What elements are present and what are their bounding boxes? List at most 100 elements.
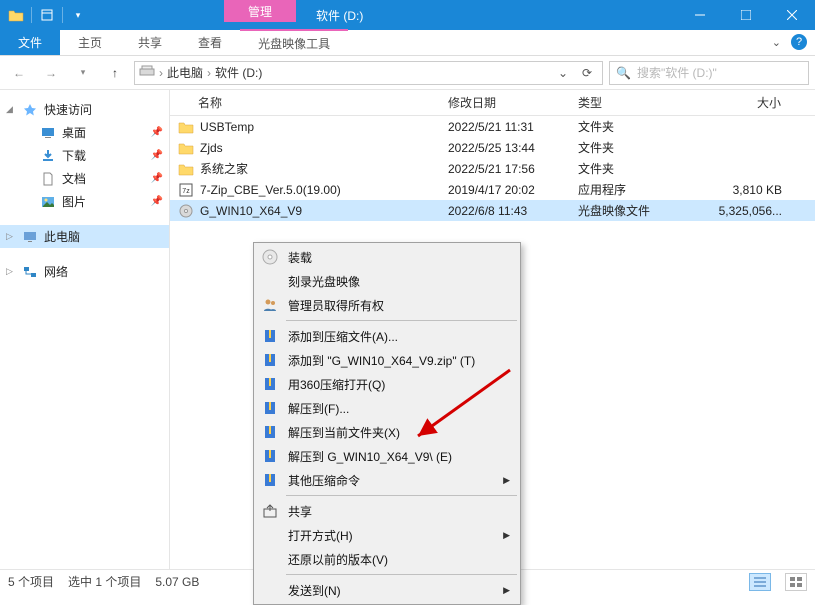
chevron-right-icon[interactable]: ▷ <box>6 231 16 242</box>
chevron-right-icon: ▶ <box>503 530 510 541</box>
column-type[interactable]: 类型 <box>570 94 690 111</box>
pc-icon <box>22 229 38 245</box>
pin-icon: 📌 <box>151 173 163 184</box>
maximize-button[interactable] <box>723 0 769 30</box>
menu-item[interactable]: 刻录光盘映像 <box>256 269 518 293</box>
details-view-button[interactable] <box>749 573 771 591</box>
menu-item[interactable]: 解压到 G_WIN10_X64_V9\ (E) <box>256 444 518 468</box>
nav-downloads[interactable]: 下载📌 <box>0 144 169 167</box>
minimize-button[interactable] <box>677 0 723 30</box>
menu-item[interactable]: 解压到(F)... <box>256 396 518 420</box>
file-type: 文件夹 <box>570 160 690 177</box>
folder-icon <box>178 161 194 177</box>
chevron-right-icon[interactable]: › <box>157 66 165 80</box>
zip-icon <box>260 398 280 418</box>
chevron-right-icon[interactable]: ▷ <box>6 266 16 277</box>
up-button[interactable]: ↑ <box>102 60 128 86</box>
column-headers: 名称 修改日期 类型 大小 <box>170 90 815 116</box>
file-size: 3,810 KB <box>690 183 790 197</box>
search-icon: 🔍 <box>616 66 631 80</box>
chevron-down-icon[interactable]: ◢ <box>6 104 16 115</box>
large-icons-view-button[interactable] <box>785 573 807 591</box>
menu-item[interactable]: 管理员取得所有权 <box>256 293 518 317</box>
file-row[interactable]: 7z7-Zip_CBE_Ver.5.0(19.00)2019/4/17 20:0… <box>170 179 815 200</box>
menu-label: 还原以前的版本(V) <box>288 551 388 568</box>
menu-item[interactable]: 其他压缩命令▶ <box>256 468 518 492</box>
context-category-tab: 管理 <box>224 0 296 22</box>
menu-item[interactable]: 添加到压缩文件(A)... <box>256 324 518 348</box>
menu-item[interactable]: 用360压缩打开(Q) <box>256 372 518 396</box>
column-size[interactable]: 大小 <box>690 94 790 111</box>
tab-home[interactable]: 主页 <box>60 30 120 55</box>
users-icon <box>260 295 280 315</box>
7z-icon: 7z <box>178 182 194 198</box>
address-bar[interactable]: › 此电脑 › 软件 (D:) ⌄ ⟳ <box>134 61 603 85</box>
file-row[interactable]: G_WIN10_X64_V92022/6/8 11:43光盘映像文件5,325,… <box>170 200 815 221</box>
ribbon-tabs: 文件 主页 共享 查看 光盘映像工具 ⌄ ? <box>0 30 815 56</box>
menu-item[interactable]: 共享 <box>256 499 518 523</box>
chevron-right-icon: ▶ <box>503 475 510 486</box>
zip-icon <box>260 374 280 394</box>
menu-label: 发送到(N) <box>288 582 341 599</box>
nav-pictures[interactable]: 图片📌 <box>0 190 169 213</box>
blank-icon <box>260 271 280 291</box>
properties-icon[interactable] <box>37 5 57 25</box>
menu-item[interactable]: 装载 <box>256 245 518 269</box>
menu-item[interactable]: 添加到 "G_WIN10_X64_V9.zip" (T) <box>256 348 518 372</box>
address-dropdown-icon[interactable]: ⌄ <box>552 66 574 80</box>
refresh-icon[interactable]: ⟳ <box>576 66 598 80</box>
ribbon-collapse-icon[interactable]: ⌄ <box>772 36 781 49</box>
breadcrumb-this-pc[interactable]: 此电脑 <box>167 64 203 81</box>
file-row[interactable]: 系统之家2022/5/21 17:56文件夹 <box>170 158 815 179</box>
nav-quick-access[interactable]: ◢ 快速访问 <box>0 98 169 121</box>
zip-icon <box>260 446 280 466</box>
nav-desktop[interactable]: 桌面📌 <box>0 121 169 144</box>
context-menu: 装载刻录光盘映像管理员取得所有权添加到压缩文件(A)... 添加到 "G_WIN1… <box>253 242 521 605</box>
folder-icon <box>6 5 26 25</box>
blank-icon <box>260 549 280 569</box>
status-size: 5.07 GB <box>155 575 199 589</box>
file-name: 系统之家 <box>200 160 248 177</box>
nav-label: 文档 <box>62 170 86 187</box>
recent-locations-button[interactable]: ▾ <box>70 60 96 86</box>
file-name: G_WIN10_X64_V9 <box>200 204 302 218</box>
menu-label: 解压到当前文件夹(X) <box>288 424 400 441</box>
nav-this-pc[interactable]: ▷ 此电脑 <box>0 225 169 248</box>
chevron-right-icon: ▶ <box>503 585 510 596</box>
nav-documents[interactable]: 文档 📌 <box>0 167 169 190</box>
close-button[interactable] <box>769 0 815 30</box>
back-button[interactable]: ← <box>6 60 32 86</box>
tab-view[interactable]: 查看 <box>180 30 240 55</box>
file-row[interactable]: USBTemp2022/5/21 11:31文件夹 <box>170 116 815 137</box>
menu-label: 解压到 G_WIN10_X64_V9\ (E) <box>288 448 452 465</box>
menu-label: 装载 <box>288 249 312 266</box>
zip-icon <box>260 326 280 346</box>
breadcrumb-drive[interactable]: 软件 (D:) <box>215 64 262 81</box>
menu-item[interactable]: 解压到当前文件夹(X) <box>256 420 518 444</box>
nav-network[interactable]: ▷ 网络 <box>0 260 169 283</box>
tab-disc-image-tools[interactable]: 光盘映像工具 <box>240 29 348 55</box>
column-date[interactable]: 修改日期 <box>440 94 570 111</box>
menu-label: 添加到 "G_WIN10_X64_V9.zip" (T) <box>288 352 475 369</box>
qat-dropdown-icon[interactable]: ▾ <box>68 5 88 25</box>
file-row[interactable]: Zjds2022/5/25 13:44文件夹 <box>170 137 815 158</box>
tab-share[interactable]: 共享 <box>120 30 180 55</box>
menu-label: 刻录光盘映像 <box>288 273 360 290</box>
file-name: Zjds <box>200 141 223 155</box>
file-tab[interactable]: 文件 <box>0 30 60 55</box>
status-selection: 选中 1 个项目 <box>68 573 141 590</box>
nav-label: 下载 <box>62 147 86 164</box>
forward-button[interactable]: → <box>38 60 64 86</box>
help-icon[interactable]: ? <box>791 34 807 50</box>
nav-label: 图片 <box>62 193 86 210</box>
menu-item[interactable]: 还原以前的版本(V) <box>256 547 518 571</box>
menu-label: 打开方式(H) <box>288 527 353 544</box>
search-input[interactable]: 🔍 搜索"软件 (D:)" <box>609 61 809 85</box>
chevron-right-icon[interactable]: › <box>205 66 213 80</box>
nav-label: 桌面 <box>62 124 86 141</box>
share-icon <box>260 501 280 521</box>
menu-item[interactable]: 发送到(N) ▶ <box>256 578 518 602</box>
menu-item[interactable]: 打开方式(H) ▶ <box>256 523 518 547</box>
column-name[interactable]: 名称 <box>170 94 440 111</box>
folder-icon <box>178 119 194 135</box>
